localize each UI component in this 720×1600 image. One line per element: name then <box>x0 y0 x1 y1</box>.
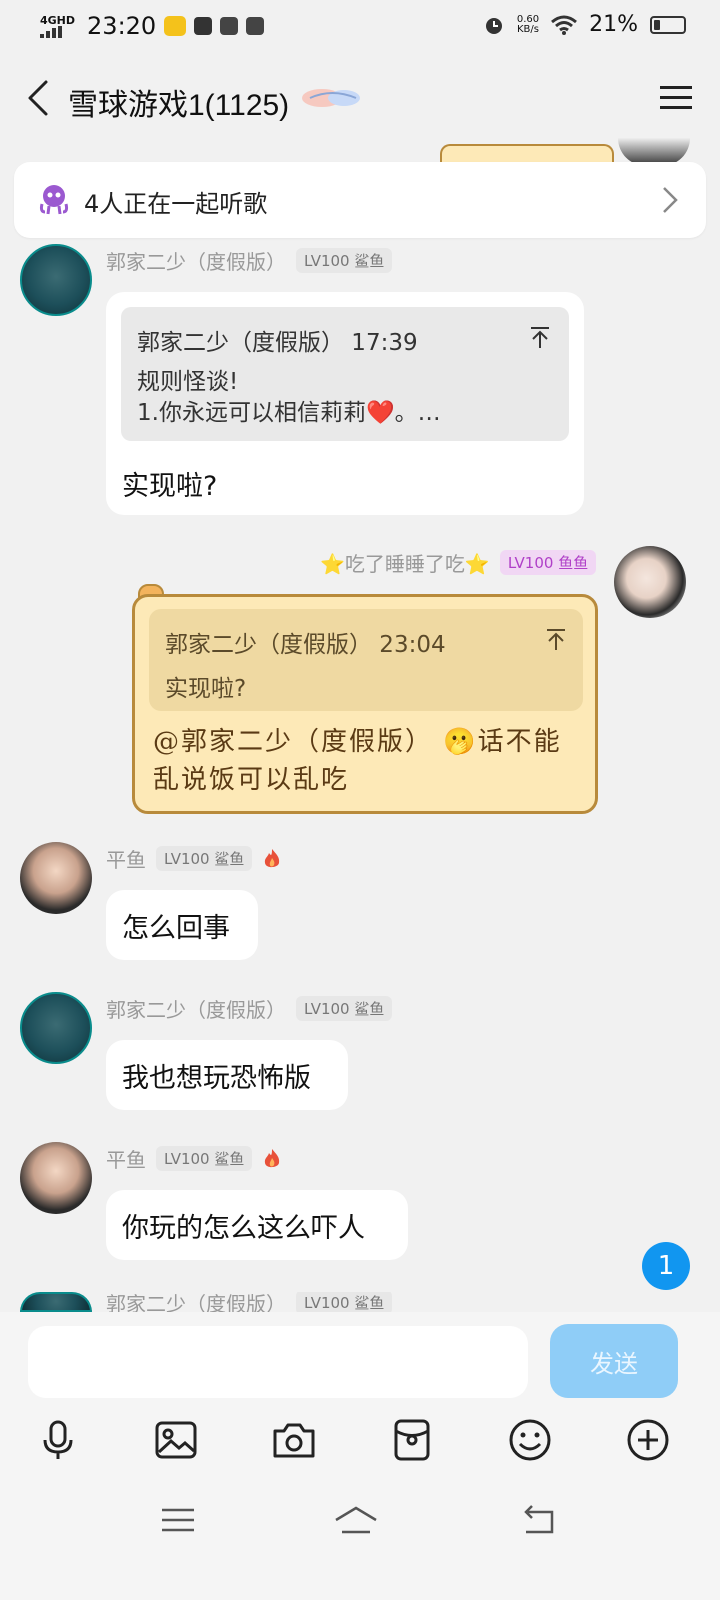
my-message-bubble[interactable]: 郭家二少（度假版） 23:04 实现啦? @郭家二少（度假版） 🫢话不能 乱说饭… <box>132 594 598 814</box>
avatar-me[interactable] <box>614 546 686 618</box>
quoted-message[interactable]: 郭家二少（度假版） 17:39 规则怪谈! 1.你永远可以相信莉莉❤️。… <box>121 307 569 441</box>
signal-bars-icon <box>40 25 62 38</box>
sender-line: 郭家二少（度假版） LV100 鲨鱼 <box>106 1292 393 1312</box>
sender-name[interactable]: 平鱼 <box>106 1144 146 1173</box>
level-badge: LV100 鲨鱼 <box>296 1292 393 1312</box>
send-button[interactable]: 发送 <box>550 1324 678 1398</box>
clock: 23:20 <box>87 12 157 40</box>
sender-name[interactable]: 郭家二少（度假版） <box>106 246 286 275</box>
camera-icon[interactable] <box>270 1416 318 1464</box>
message-bubble[interactable]: 郭家二少（度假版） 17:39 规则怪谈! 1.你永远可以相信莉莉❤️。… 实现啦… <box>106 292 584 515</box>
signal-indicator: 4GHD <box>40 15 75 38</box>
quote-header: 郭家二少（度假版） 17:39 <box>137 330 418 356</box>
level-badge: LV100 鲨鱼 <box>156 1146 253 1171</box>
sender-name[interactable]: 郭家二少（度假版） <box>106 994 286 1023</box>
wifi-icon <box>551 15 578 35</box>
message-bubble[interactable]: 怎么回事 <box>106 890 258 960</box>
avatar-guojia[interactable] <box>20 992 92 1064</box>
quote-body: 实现啦? <box>165 676 247 702</box>
sender-line: 郭家二少（度假版） LV100 鲨鱼 <box>106 246 393 275</box>
chevron-right-icon <box>663 187 678 213</box>
listen-together-text: 4人正在一起听歌 <box>84 190 268 218</box>
image-icon[interactable] <box>152 1416 200 1464</box>
level-badge: LV100 鱼鱼 <box>499 550 597 575</box>
avatar-pingyu[interactable] <box>20 1142 92 1214</box>
message-text: 实现啦? <box>122 471 218 502</box>
sender-name[interactable]: 平鱼 <box>106 844 146 873</box>
unread-count-badge[interactable]: 1 <box>642 1242 690 1290</box>
alarm-icon <box>485 17 502 34</box>
level-badge: LV100 鲨鱼 <box>156 846 253 871</box>
menu-icon[interactable] <box>658 82 694 114</box>
net-speed: 0.60 KB/s <box>516 13 540 35</box>
back-arrow-icon[interactable] <box>22 76 62 120</box>
flame-icon <box>265 1148 280 1167</box>
message-bubble[interactable]: 你玩的怎么这么吓人 <box>106 1190 408 1260</box>
battery-fill <box>654 19 660 30</box>
message-bubble[interactable]: 我也想玩恐怖版 <box>106 1040 348 1110</box>
battery-icon <box>650 15 686 34</box>
quote-header: 郭家二少（度假版） 23:04 <box>165 632 446 658</box>
status-bar: 4GHD 23:20 0.60 KB/s 21% <box>0 0 720 56</box>
sender-line: 郭家二少（度假版） LV100 鲨鱼 <box>106 994 393 1023</box>
composer: 发送 <box>0 1312 720 1600</box>
message-text: 怎么回事 <box>122 913 230 944</box>
back-nav-icon[interactable] <box>518 1502 558 1538</box>
microphone-icon[interactable] <box>34 1416 82 1464</box>
jump-to-original-icon[interactable] <box>529 325 551 349</box>
message-text: 我也想玩恐怖版 <box>122 1063 311 1094</box>
chat-header: 雪球游戏1(1125) <box>0 60 720 140</box>
avatar-pingyu[interactable] <box>20 842 92 914</box>
sender-name[interactable]: ⭐吃了睡睡了吃⭐ <box>320 548 490 577</box>
sender-line: ⭐吃了睡睡了吃⭐ LV100 鱼鱼 <box>320 548 597 577</box>
sender-name[interactable]: 郭家二少（度假版） <box>106 1292 286 1312</box>
plus-icon[interactable] <box>624 1416 672 1464</box>
battery-percent: 21% <box>589 12 638 37</box>
app-notification-icon <box>164 16 187 36</box>
message-notification-icon <box>220 17 239 35</box>
sender-line: 平鱼 LV100 鲨鱼 <box>106 1144 282 1173</box>
emoji-icon[interactable] <box>506 1416 554 1464</box>
home-icon[interactable] <box>332 1502 380 1538</box>
avatar-guojia[interactable] <box>20 1292 92 1312</box>
quote-body: 规则怪谈! 1.你永远可以相信莉莉❤️。… <box>137 369 441 426</box>
calendar-notification-icon <box>246 17 265 35</box>
jump-to-original-icon[interactable] <box>545 627 567 651</box>
message-text: 你玩的怎么这么吓人 <box>122 1213 365 1244</box>
avatar-guojia[interactable] <box>20 244 92 316</box>
red-packet-icon[interactable] <box>388 1416 436 1464</box>
group-title[interactable]: 雪球游戏1(1125) <box>68 80 289 124</box>
recent-apps-icon[interactable] <box>158 1502 198 1538</box>
level-badge: LV100 鲨鱼 <box>296 248 393 273</box>
quoted-message[interactable]: 郭家二少（度假版） 23:04 实现啦? <box>149 609 583 711</box>
sender-line: 平鱼 LV100 鲨鱼 <box>106 844 282 873</box>
group-badge-icon <box>302 89 360 107</box>
music-octopus-icon <box>39 185 69 215</box>
listen-together-banner[interactable]: 4人正在一起听歌 <box>14 162 706 238</box>
notification-square-icon <box>194 17 213 35</box>
message-text: @郭家二少（度假版） 🫢话不能 乱说饭可以乱吃 <box>153 727 562 795</box>
level-badge: LV100 鲨鱼 <box>296 996 393 1021</box>
message-input[interactable] <box>28 1326 528 1398</box>
flame-icon <box>265 848 280 867</box>
